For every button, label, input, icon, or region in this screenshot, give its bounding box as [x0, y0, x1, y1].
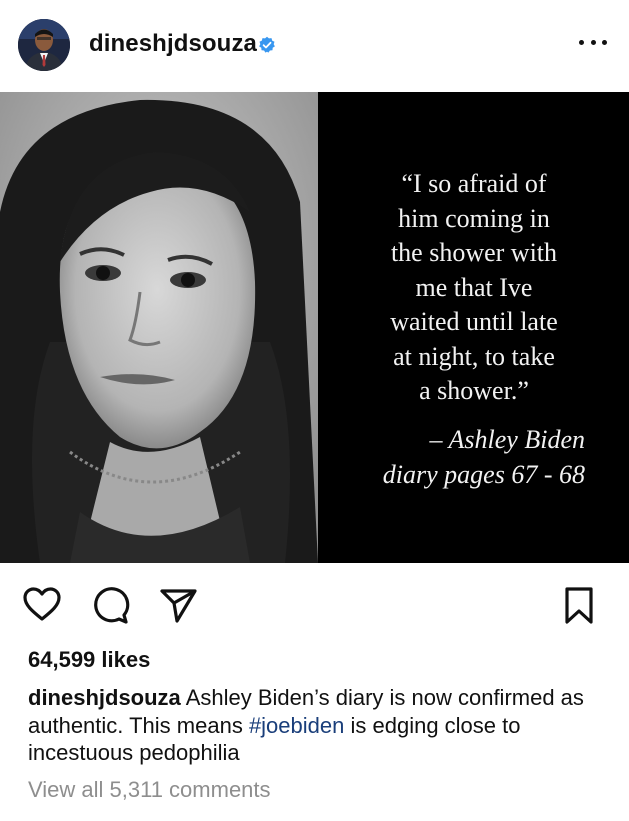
- post-header: dineshjdsouza: [0, 0, 629, 92]
- more-horizontal-icon: [579, 39, 584, 45]
- view-all-comments-link[interactable]: View all 5,311 comments: [28, 777, 271, 803]
- caption-username[interactable]: dineshjdsouza: [28, 685, 181, 710]
- post-actions: [0, 563, 629, 643]
- share-icon[interactable]: [158, 585, 198, 625]
- profile-photo: [18, 19, 70, 71]
- comment-icon[interactable]: [90, 585, 130, 625]
- attribution-source: diary pages 67 - 68: [382, 460, 585, 489]
- heart-icon[interactable]: [22, 585, 62, 625]
- portrait-photo: [0, 92, 318, 563]
- hashtag-link[interactable]: #joebiden: [249, 713, 344, 738]
- quote-panel: “I so afraid of him coming in the shower…: [318, 92, 629, 563]
- username[interactable]: dineshjdsouza: [89, 30, 257, 58]
- quote-attribution: – Ashley Biden diary pages 67 - 68: [383, 422, 585, 492]
- avatar[interactable]: [18, 19, 70, 71]
- bookmark-icon[interactable]: [559, 585, 599, 625]
- verified-badge-icon: [259, 36, 275, 53]
- post-image[interactable]: “I so afraid of him coming in the shower…: [0, 92, 629, 563]
- like-count[interactable]: 64,599 likes: [28, 647, 150, 673]
- quote-text: “I so afraid of him coming in the shower…: [390, 169, 558, 405]
- post-caption: dineshjdsouza Ashley Biden’s diary is no…: [28, 684, 613, 767]
- more-options-button[interactable]: [579, 30, 607, 54]
- attribution-name: – Ashley Biden: [429, 425, 585, 454]
